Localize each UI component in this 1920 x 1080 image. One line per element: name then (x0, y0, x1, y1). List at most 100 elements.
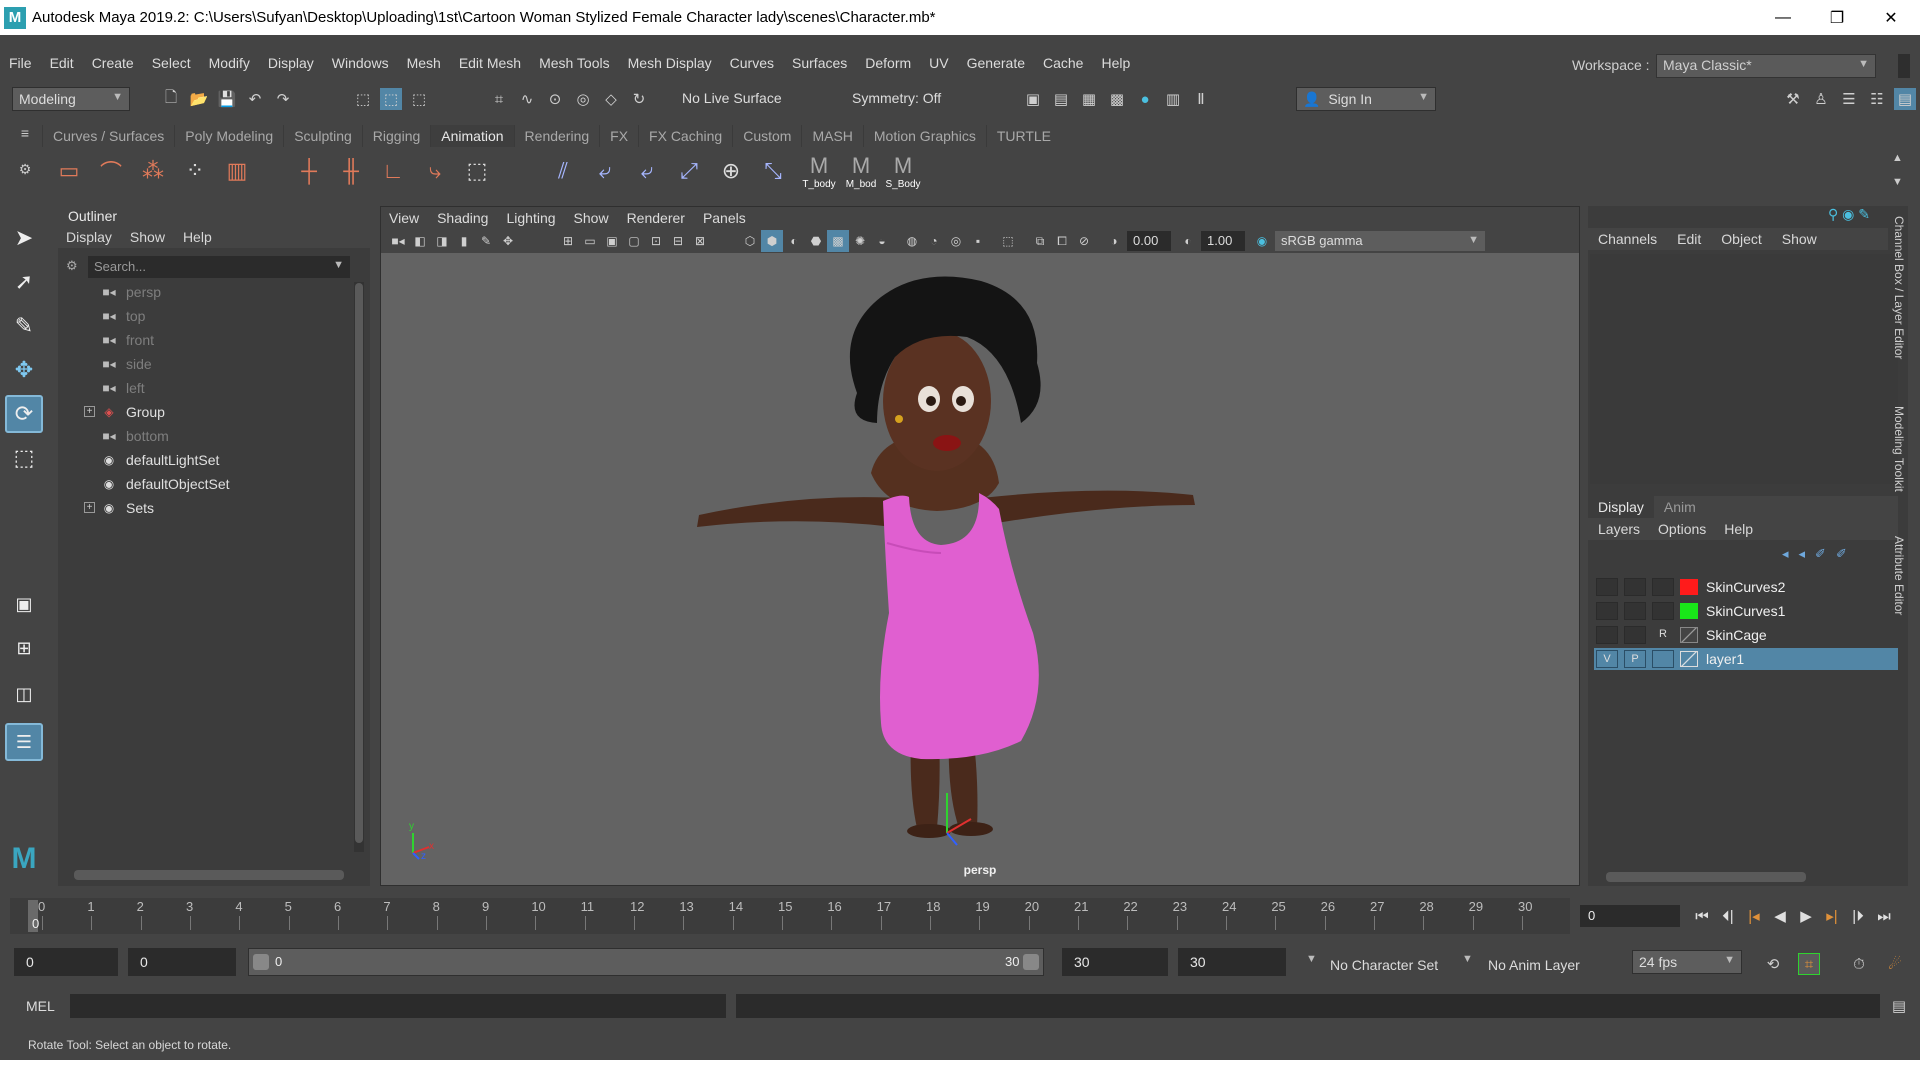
backface-icon[interactable]: ▪ (967, 230, 989, 252)
layer-tab-display[interactable]: Display (1588, 496, 1654, 518)
command-input[interactable] (70, 994, 726, 1018)
gamma-field[interactable]: 1.00 (1201, 231, 1245, 251)
step-back-frame-icon[interactable]: |◂ (1742, 905, 1766, 927)
channel-icons[interactable]: ⚲ ◉ ✎ (1828, 206, 1870, 223)
command-language-label[interactable]: MEL (26, 998, 55, 1014)
two-view-icon[interactable]: ◫ (5, 675, 43, 713)
close-button[interactable]: ✕ (1864, 0, 1918, 35)
loop-icon[interactable]: ⟲ (1762, 953, 1784, 975)
tab-motion-graphics[interactable]: Motion Graphics (862, 125, 986, 147)
render-view-icon[interactable]: ▥ (1162, 88, 1184, 110)
image-plane-icon[interactable]: ▮ (453, 230, 475, 252)
workspace-dropdown[interactable]: Maya Classic* ▼ (1656, 54, 1876, 78)
set-key-icon[interactable]: ▥ (220, 154, 254, 188)
menu-curves[interactable]: Curves (721, 55, 783, 71)
snap-view-icon[interactable]: ◎ (572, 88, 594, 110)
range-start-handle[interactable] (253, 954, 269, 970)
outliner-item-left[interactable]: ■◂ left (100, 376, 144, 400)
grid-icon[interactable]: ⊞ (557, 230, 579, 252)
layer-reference-toggle[interactable] (1652, 578, 1674, 596)
side-tab-attribute-editor[interactable]: Attribute Editor (1892, 536, 1906, 615)
layer-menu-options[interactable]: Options (1658, 521, 1706, 537)
fps-dropdown[interactable]: 24 fps ▼ (1632, 950, 1742, 974)
constraint-aim-icon[interactable]: ⊕ (714, 154, 748, 188)
tab-animation[interactable]: Animation (430, 125, 514, 147)
range-slider[interactable]: 0 30 (248, 948, 1044, 976)
layer-visibility-toggle[interactable] (1596, 578, 1618, 596)
outliner-item-group[interactable]: ◈ Group (100, 400, 165, 424)
layer-visibility-toggle[interactable] (1596, 602, 1618, 620)
snap-surface-icon[interactable]: ◇ (600, 88, 622, 110)
shelf-scroll-up-icon[interactable]: ▲ (1892, 152, 1903, 164)
layer-reference-toggle[interactable]: R (1652, 626, 1674, 644)
menu-select[interactable]: Select (143, 55, 200, 71)
viewport-menu-shading[interactable]: Shading (437, 210, 488, 226)
camera-icon[interactable]: ■◂ (387, 230, 409, 252)
menu-generate[interactable]: Generate (958, 55, 1034, 71)
layer-action-icons[interactable]: ◂◂✐✐ (1782, 546, 1857, 562)
channels-menu-object[interactable]: Object (1721, 231, 1761, 247)
outliner-vscroll-thumb[interactable] (355, 283, 363, 843)
color-space-dropdown[interactable]: sRGB gamma ▼ (1275, 231, 1485, 251)
animation-start-field[interactable]: 0 (14, 948, 118, 976)
layer-reference-toggle[interactable] (1652, 650, 1674, 668)
tab-rigging[interactable]: Rigging (361, 125, 431, 147)
bind-skin-icon[interactable]: ⬚ (460, 154, 494, 188)
ipr-render-icon[interactable]: ▦ (1078, 88, 1100, 110)
outliner-item-sets[interactable]: ◉ Sets (100, 496, 154, 520)
render-sequence-icon[interactable]: ▤ (1050, 88, 1072, 110)
insert-joint-icon[interactable]: ╫ (334, 154, 368, 188)
constraint-orient-icon[interactable]: ⤶ (630, 154, 664, 188)
shelf-mbod-button[interactable]: M M_bod (844, 153, 878, 190)
outliner-vscrollbar[interactable] (354, 282, 364, 852)
sound-icon[interactable]: ☄ (1884, 953, 1906, 975)
outliner-menu-show[interactable]: Show (130, 229, 165, 245)
layer-visibility-toggle[interactable] (1596, 626, 1618, 644)
layer-row-selected[interactable]: V P layer1 (1594, 648, 1898, 670)
four-view-icon[interactable]: ⊞ (5, 629, 43, 667)
character-set-label[interactable]: No Character Set (1330, 957, 1438, 973)
tab-mash[interactable]: MASH (801, 125, 863, 147)
wireframe-icon[interactable]: ⬡ (739, 230, 761, 252)
menu-create[interactable]: Create (83, 55, 143, 71)
outliner-item-front[interactable]: ■◂ front (100, 328, 154, 352)
expand-sets-icon[interactable]: + (84, 502, 95, 513)
anim-layer-label[interactable]: No Anim Layer (1488, 957, 1580, 973)
channels-menu-channels[interactable]: Channels (1598, 231, 1657, 247)
side-tab-modeling-toolkit[interactable]: Modeling Toolkit (1892, 406, 1906, 492)
shelf-sbody-button[interactable]: M S_Body (885, 153, 920, 190)
menu-mesh-display[interactable]: Mesh Display (619, 55, 721, 71)
xray-components-icon[interactable]: ◎ (945, 230, 967, 252)
render-settings-icon[interactable]: ▩ (1106, 88, 1128, 110)
ik-handle-icon[interactable]: ∟ (376, 154, 410, 188)
layer-color-swatch[interactable] (1680, 603, 1698, 619)
grease-pencil-icon[interactable]: ✎ (475, 230, 497, 252)
layer-reference-toggle[interactable] (1652, 602, 1674, 620)
playblast-icon[interactable]: ▭ (52, 154, 86, 188)
shelf-options[interactable]: ≡ ⚙ (14, 125, 36, 195)
menu-display[interactable]: Display (259, 55, 323, 71)
layer-playback-toggle[interactable] (1624, 626, 1646, 644)
gamma-icon[interactable]: ◐ (1177, 230, 1199, 252)
isolate-select-icon[interactable]: ⬚ (997, 230, 1019, 252)
tab-fx-caching[interactable]: FX Caching (638, 125, 733, 147)
anim-prefs-icon[interactable]: ⏱ (1848, 953, 1870, 975)
channel-list[interactable] (1590, 254, 1898, 484)
channel-box-icon[interactable]: ▤ (1894, 88, 1916, 110)
menu-help[interactable]: Help (1092, 55, 1139, 71)
ik-spline-icon[interactable]: ⤷ (418, 154, 452, 188)
exposure-icon[interactable]: ◑ (1103, 230, 1125, 252)
minimize-button[interactable]: — (1756, 0, 1810, 35)
menu-windows[interactable]: Windows (323, 55, 398, 71)
camera-attr-icon[interactable]: ◧ (409, 230, 431, 252)
tab-sculpting[interactable]: Sculpting (283, 125, 362, 147)
field-chart-icon[interactable]: ⊡ (645, 230, 667, 252)
layer-hscrollbar[interactable] (1606, 872, 1806, 882)
tool-settings-icon[interactable]: ☷ (1866, 88, 1888, 110)
layer-playback-toggle[interactable] (1624, 578, 1646, 596)
outliner-item-side[interactable]: ■◂ side (100, 352, 151, 376)
chevron-down-icon[interactable]: ▼ (1462, 953, 1473, 965)
safe-title-icon[interactable]: ⊠ (689, 230, 711, 252)
mode-dropdown[interactable]: Modeling ▼ (12, 87, 130, 111)
shadows-icon[interactable]: ◒ (871, 230, 893, 252)
